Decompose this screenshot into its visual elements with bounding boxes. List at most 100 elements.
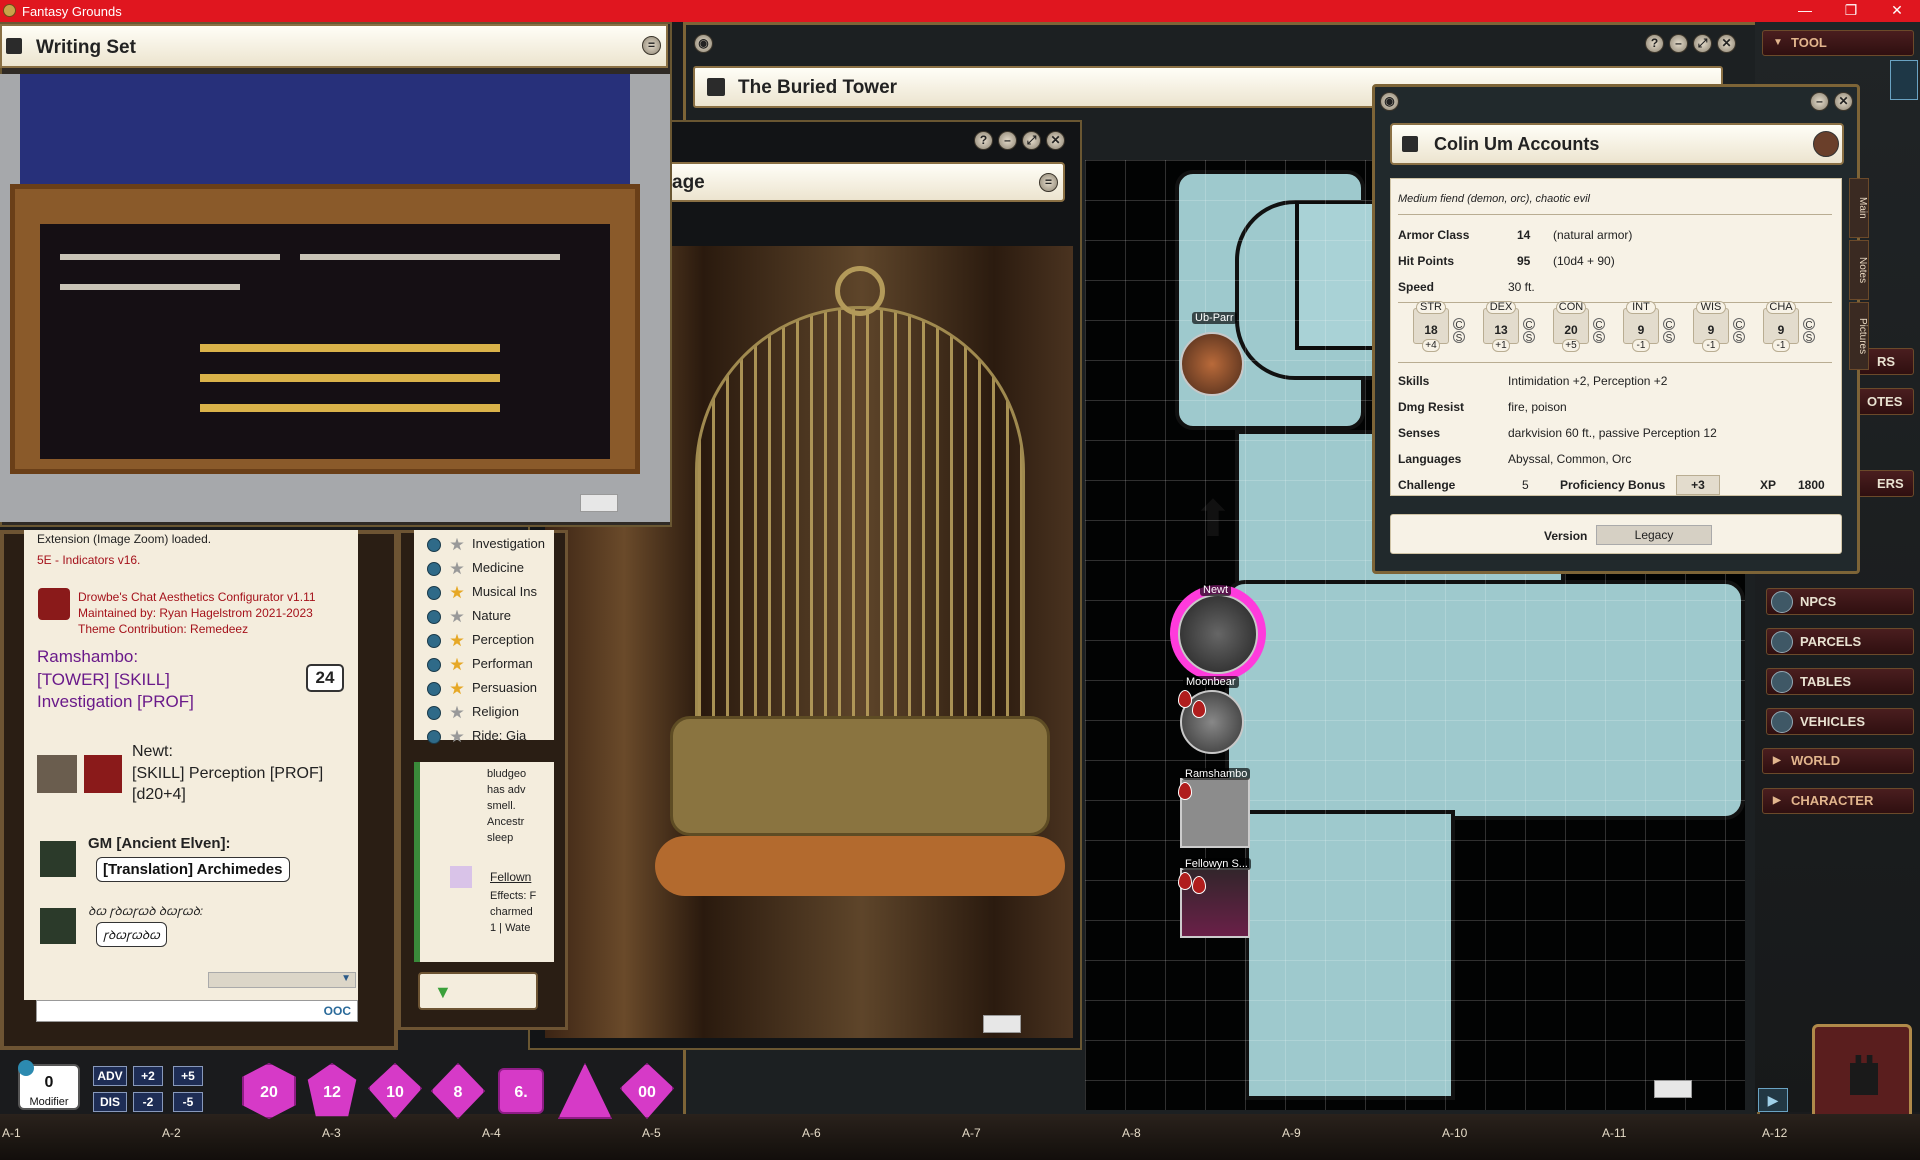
- play-icon[interactable]: ▶: [1758, 1088, 1788, 1112]
- ability-score-cha[interactable]: CHA 9 -1: [1763, 301, 1799, 352]
- stat-value[interactable]: 30 ft.: [1508, 280, 1535, 294]
- effects-list[interactable]: [414, 762, 554, 962]
- ooc-toggle[interactable]: OOC: [324, 1004, 351, 1018]
- stat-value[interactable]: 14: [1517, 228, 1530, 242]
- proficiency-toggle-icon[interactable]: [427, 585, 441, 600]
- ability-score-str[interactable]: STR 18 +4: [1413, 301, 1449, 352]
- save-toggles[interactable]: CS: [1663, 318, 1675, 346]
- proficiency-toggle-icon[interactable]: [427, 681, 441, 696]
- save-s-toggle[interactable]: S: [1733, 331, 1745, 344]
- save-c-toggle[interactable]: C: [1593, 318, 1605, 331]
- stat-value[interactable]: Abyssal, Common, Orc: [1508, 452, 1631, 466]
- window-menu-icon[interactable]: ◉: [1380, 92, 1399, 111]
- proficiency-toggle-icon[interactable]: [427, 729, 441, 744]
- save-c-toggle[interactable]: C: [1453, 318, 1465, 331]
- save-toggles[interactable]: CS: [1523, 318, 1535, 346]
- token-newt[interactable]: [1178, 594, 1258, 674]
- tool-icon[interactable]: [1890, 60, 1918, 100]
- save-c-toggle[interactable]: C: [1663, 318, 1675, 331]
- stat-value[interactable]: Intimidation +2, Perception +2: [1508, 374, 1667, 388]
- skill-row[interactable]: Religion: [427, 704, 519, 724]
- map-zoom-control[interactable]: [1654, 1080, 1692, 1098]
- save-c-toggle[interactable]: C: [1733, 318, 1745, 331]
- adv-button[interactable]: ADV: [93, 1066, 127, 1086]
- skill-row[interactable]: Investigation: [427, 536, 545, 556]
- skill-row[interactable]: Musical Ins: [427, 584, 537, 604]
- add-effect-button[interactable]: ▼: [418, 972, 538, 1010]
- sidebar-item-tables[interactable]: TABLES: [1766, 668, 1914, 695]
- collapse-icon[interactable]: =: [642, 36, 661, 55]
- image-zoom-control[interactable]: [983, 1015, 1021, 1033]
- proficiency-toggle-icon[interactable]: [427, 561, 441, 576]
- save-s-toggle[interactable]: S: [1593, 331, 1605, 344]
- plus-two-button[interactable]: +2: [133, 1066, 163, 1086]
- sidebar-category-world[interactable]: ▶ WORLD: [1762, 748, 1914, 774]
- sidebar-item-parcels[interactable]: PARCELS: [1766, 628, 1914, 655]
- stat-value[interactable]: +3: [1676, 475, 1720, 495]
- modifier-settings-icon[interactable]: [18, 1060, 34, 1076]
- share-icon[interactable]: [1402, 136, 1418, 152]
- proficiency-toggle-icon[interactable]: [427, 657, 441, 672]
- ability-score-dex[interactable]: DEX 13 +1: [1483, 301, 1519, 352]
- save-toggles[interactable]: CS: [1803, 318, 1815, 346]
- window-menu-icon[interactable]: ◉: [694, 34, 713, 53]
- help-icon[interactable]: ?: [1645, 34, 1664, 53]
- skill-row[interactable]: Medicine: [427, 560, 524, 580]
- tab-notes[interactable]: Notes: [1849, 240, 1869, 300]
- plus-five-button[interactable]: +5: [173, 1066, 203, 1086]
- close-icon[interactable]: ✕: [1834, 92, 1853, 111]
- chat-mode-dropdown[interactable]: ▼: [208, 972, 356, 988]
- skill-row[interactable]: Performan: [427, 656, 533, 676]
- proficiency-toggle-icon[interactable]: [427, 609, 441, 624]
- restore-button[interactable]: ❐: [1828, 0, 1874, 22]
- tower-logo-icon[interactable]: [1812, 1024, 1912, 1120]
- close-icon[interactable]: ✕: [1046, 131, 1065, 150]
- proficiency-toggle-icon[interactable]: [427, 537, 441, 552]
- image-zoom-control[interactable]: [580, 494, 618, 512]
- skill-row[interactable]: Ride: Gia: [427, 728, 526, 748]
- version-select[interactable]: Legacy: [1596, 525, 1712, 545]
- save-s-toggle[interactable]: S: [1453, 331, 1465, 344]
- save-s-toggle[interactable]: S: [1523, 331, 1535, 344]
- writing-set-image[interactable]: [0, 74, 670, 522]
- sidebar-item-vehicles[interactable]: VEHICLES: [1766, 708, 1914, 735]
- save-toggles[interactable]: CS: [1733, 318, 1745, 346]
- token-ub-parr[interactable]: [1180, 332, 1244, 396]
- sidebar-category-tool[interactable]: ▼ TOOL: [1762, 30, 1914, 56]
- stat-value[interactable]: 1800: [1798, 478, 1825, 492]
- minimize-icon[interactable]: –: [1810, 92, 1829, 111]
- close-button[interactable]: ✕: [1874, 0, 1920, 22]
- minimize-icon[interactable]: –: [998, 131, 1017, 150]
- expand-icon[interactable]: ⤢: [1693, 34, 1712, 53]
- sidebar-category-character[interactable]: ▶ CHARACTER: [1762, 788, 1914, 814]
- tab-main[interactable]: Main: [1849, 178, 1869, 238]
- tab-pictures[interactable]: Pictures: [1849, 302, 1869, 370]
- npc-portrait[interactable]: [1813, 131, 1839, 157]
- ability-score-int[interactable]: INT 9 -1: [1623, 301, 1659, 352]
- skill-row[interactable]: Perception: [427, 632, 534, 652]
- skill-row[interactable]: Persuasion: [427, 680, 537, 700]
- chat-input[interactable]: OOC: [36, 1000, 358, 1022]
- proficiency-toggle-icon[interactable]: [427, 633, 441, 648]
- minus-two-button[interactable]: -2: [133, 1092, 163, 1112]
- save-s-toggle[interactable]: S: [1663, 331, 1675, 344]
- effects-name[interactable]: Fellown: [490, 870, 531, 884]
- d6-die[interactable]: 6.: [498, 1068, 544, 1114]
- stat-value[interactable]: 5: [1522, 478, 1529, 492]
- sidebar-item-npcs[interactable]: NPCS: [1766, 588, 1914, 615]
- dis-button[interactable]: DIS: [93, 1092, 127, 1112]
- ability-score-con[interactable]: CON 20 +5: [1553, 301, 1589, 352]
- proficiency-toggle-icon[interactable]: [427, 705, 441, 720]
- stat-value[interactable]: 95: [1517, 254, 1530, 268]
- minimize-icon[interactable]: –: [1669, 34, 1688, 53]
- help-icon[interactable]: ?: [974, 131, 993, 150]
- expand-icon[interactable]: ⤢: [1022, 131, 1041, 150]
- close-icon[interactable]: ✕: [1717, 34, 1736, 53]
- minus-five-button[interactable]: -5: [173, 1092, 203, 1112]
- share-icon[interactable]: [707, 78, 725, 96]
- ability-score-wis[interactable]: WIS 9 -1: [1693, 301, 1729, 352]
- share-icon[interactable]: [6, 38, 22, 54]
- save-c-toggle[interactable]: C: [1803, 318, 1815, 331]
- save-toggles[interactable]: CS: [1453, 318, 1465, 346]
- save-s-toggle[interactable]: S: [1803, 331, 1815, 344]
